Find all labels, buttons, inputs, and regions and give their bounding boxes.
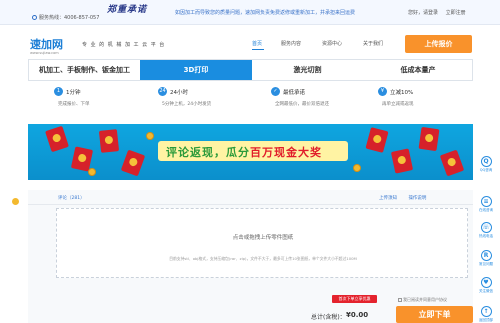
faq-icon: R — [480, 250, 492, 261]
login-link[interactable]: 您好，请登录 — [408, 10, 438, 16]
total-value: ¥0.00 — [346, 311, 369, 319]
phone-icon: ☏ — [480, 222, 492, 233]
sidebar-hotline[interactable]: ☏ 热线电话 — [475, 222, 497, 239]
nav-resources[interactable]: 资源中心 — [322, 40, 342, 47]
tab-low-cost-production[interactable]: 低成本量产 — [363, 60, 473, 80]
check-icon: ✓ — [271, 87, 280, 96]
logo-url: www.sujiaw.com — [30, 51, 59, 55]
nav-home[interactable]: 首页 — [252, 40, 262, 47]
dropzone-title: 点击或拖拽上传零件图纸 — [232, 235, 294, 241]
feature-title: 立减10% — [390, 90, 414, 96]
sidebar-qq[interactable]: Q QQ咨询 — [475, 156, 497, 173]
place-order-button[interactable]: 立即下单 — [396, 306, 473, 323]
feature-title: 1分钟 — [66, 90, 81, 96]
chat-icon: ≡ — [480, 196, 492, 207]
qq-icon: Q — [480, 156, 492, 167]
sidebar-label: 常见问题 — [479, 262, 493, 266]
guide-link[interactable]: 操作说明 — [408, 196, 426, 201]
feature-sub: 完成报价、下单 — [58, 102, 90, 107]
agreement-text: 我已阅读并同意用户协议 — [403, 297, 447, 302]
comments-link[interactable]: 评论（281） — [58, 195, 85, 201]
promo-slogan-a: 评论返现，瓜分 — [166, 146, 250, 159]
register-link[interactable]: 立即注册 — [446, 10, 466, 16]
slogan: 专 业 的 机 械 加 工 云 平 台 — [82, 42, 166, 48]
hours-icon: 24 — [158, 87, 167, 96]
hotline: 服务热线：4006-857-057 — [32, 14, 99, 21]
upload-tips-link[interactable]: 上传须知 — [379, 196, 397, 201]
yen-icon: ¥ — [378, 87, 387, 96]
sidebar-back-to-top[interactable]: ↑ 返回顶部 — [475, 306, 497, 323]
upload-quote-button[interactable]: 上传报价 — [405, 35, 472, 53]
top-links: 您好，请登录 立即注册 — [408, 9, 472, 16]
phone-icon — [32, 15, 37, 20]
file-dropzone[interactable]: 点击或拖拽上传零件图纸 目前支持stl、obj格式，支持压缩包(rar、zip)… — [56, 208, 468, 278]
feature-row: 1 1分钟 完成报价、下单 24 24小时 5分钟上机，24小时发货 ✓ 最低承… — [28, 81, 473, 117]
sidebar-label: QQ咨询 — [479, 168, 493, 172]
header: 速加网 www.sujiaw.com 专 业 的 机 械 加 工 云 平 台 首… — [0, 25, 500, 59]
promo-banner[interactable]: 评论返现，瓜分百万现金大奖 — [28, 124, 473, 180]
coin-icon — [353, 164, 361, 172]
first-order-badge: 首次下单立享优惠 — [332, 295, 377, 303]
nav-about[interactable]: 关于我们 — [363, 40, 383, 47]
hotline-text: 服务热线：4006-857-057 — [39, 15, 100, 21]
feature-sub: 全网最低价，最价双倍退还 — [275, 102, 329, 107]
red-envelope-icon — [98, 129, 120, 153]
promise-label: 郑重承诺 — [107, 5, 148, 15]
clock-icon: 1 — [54, 87, 63, 96]
feature-sub: 再单立减或返现 — [382, 102, 414, 107]
sidebar-online-chat[interactable]: ≡ 在线咨询 — [475, 196, 497, 213]
top-banner: 服务热线：4006-857-057 郑重承诺 如因加工而导致您的质量问题，速加网… — [0, 0, 500, 25]
logo[interactable]: 速加网 www.sujiaw.com — [30, 36, 63, 55]
panel-header: 评论（281） 上传须知 操作说明 — [28, 190, 473, 205]
agreement[interactable]: 我已阅读并同意用户协议 — [398, 297, 447, 303]
feature-sub: 5分钟上机，24小时发货 — [162, 102, 212, 107]
sidebar-label: 关注微信 — [479, 289, 493, 293]
sidebar-label: 返回顶部 — [479, 318, 493, 322]
arrow-up-icon: ↑ — [480, 306, 492, 317]
dropzone-hint: 目前支持stl、obj格式，支持压缩包(rar、zip)，文件不大于，最多可上传… — [169, 256, 357, 261]
promise-text: 如因加工而导致您的质量问题，速加网负责免费返修或重新加工，并承担来回运费 — [175, 10, 356, 16]
coin-icon — [88, 168, 96, 176]
nav-active-underline — [252, 49, 264, 50]
feature-title: 最低承诺 — [283, 90, 306, 96]
order-bar: 首次下单立享优惠 我已阅读并同意用户协议 总计(含税)： ¥0.00 立即下单 — [28, 295, 473, 323]
promo-slogan-b: 百万现金大奖 — [250, 146, 322, 159]
promo-slogan: 评论返现，瓜分百万现金大奖 — [166, 144, 322, 160]
tab-3d-printing[interactable]: 3D打印 — [140, 60, 252, 80]
total-label: 总计(含税)： — [311, 314, 346, 321]
wechat-icon: ♥ — [480, 277, 492, 288]
sidebar-wechat[interactable]: ♥ 关注微信 — [475, 277, 497, 294]
coin-icon — [146, 132, 154, 140]
agree-checkbox[interactable] — [398, 298, 402, 302]
feature-title: 24小时 — [170, 90, 188, 96]
sidebar-label: 在线咨询 — [479, 208, 493, 212]
tab-laser-cutting[interactable]: 激光切割 — [252, 60, 363, 80]
nav-service[interactable]: 服务内容 — [281, 40, 301, 47]
category-tabs: 机加工、手板制作、钣金加工 3D打印 激光切割 低成本量产 — [28, 59, 473, 81]
panel-header-links: 上传须知 操作说明 — [379, 195, 436, 201]
logo-text: 速加网 — [30, 38, 63, 51]
red-envelope-icon — [418, 126, 440, 152]
right-sidebar: Q QQ咨询 ≡ 在线咨询 ☏ 热线电话 R 常见问题 ♥ 关注微信 ↑ 返回顶部 — [475, 156, 497, 323]
sidebar-faq[interactable]: R 常见问题 — [475, 250, 497, 267]
floating-marker-icon[interactable] — [12, 198, 19, 205]
sidebar-label: 热线电话 — [479, 234, 493, 238]
tab-machining[interactable]: 机加工、手板制作、钣金加工 — [29, 60, 140, 80]
